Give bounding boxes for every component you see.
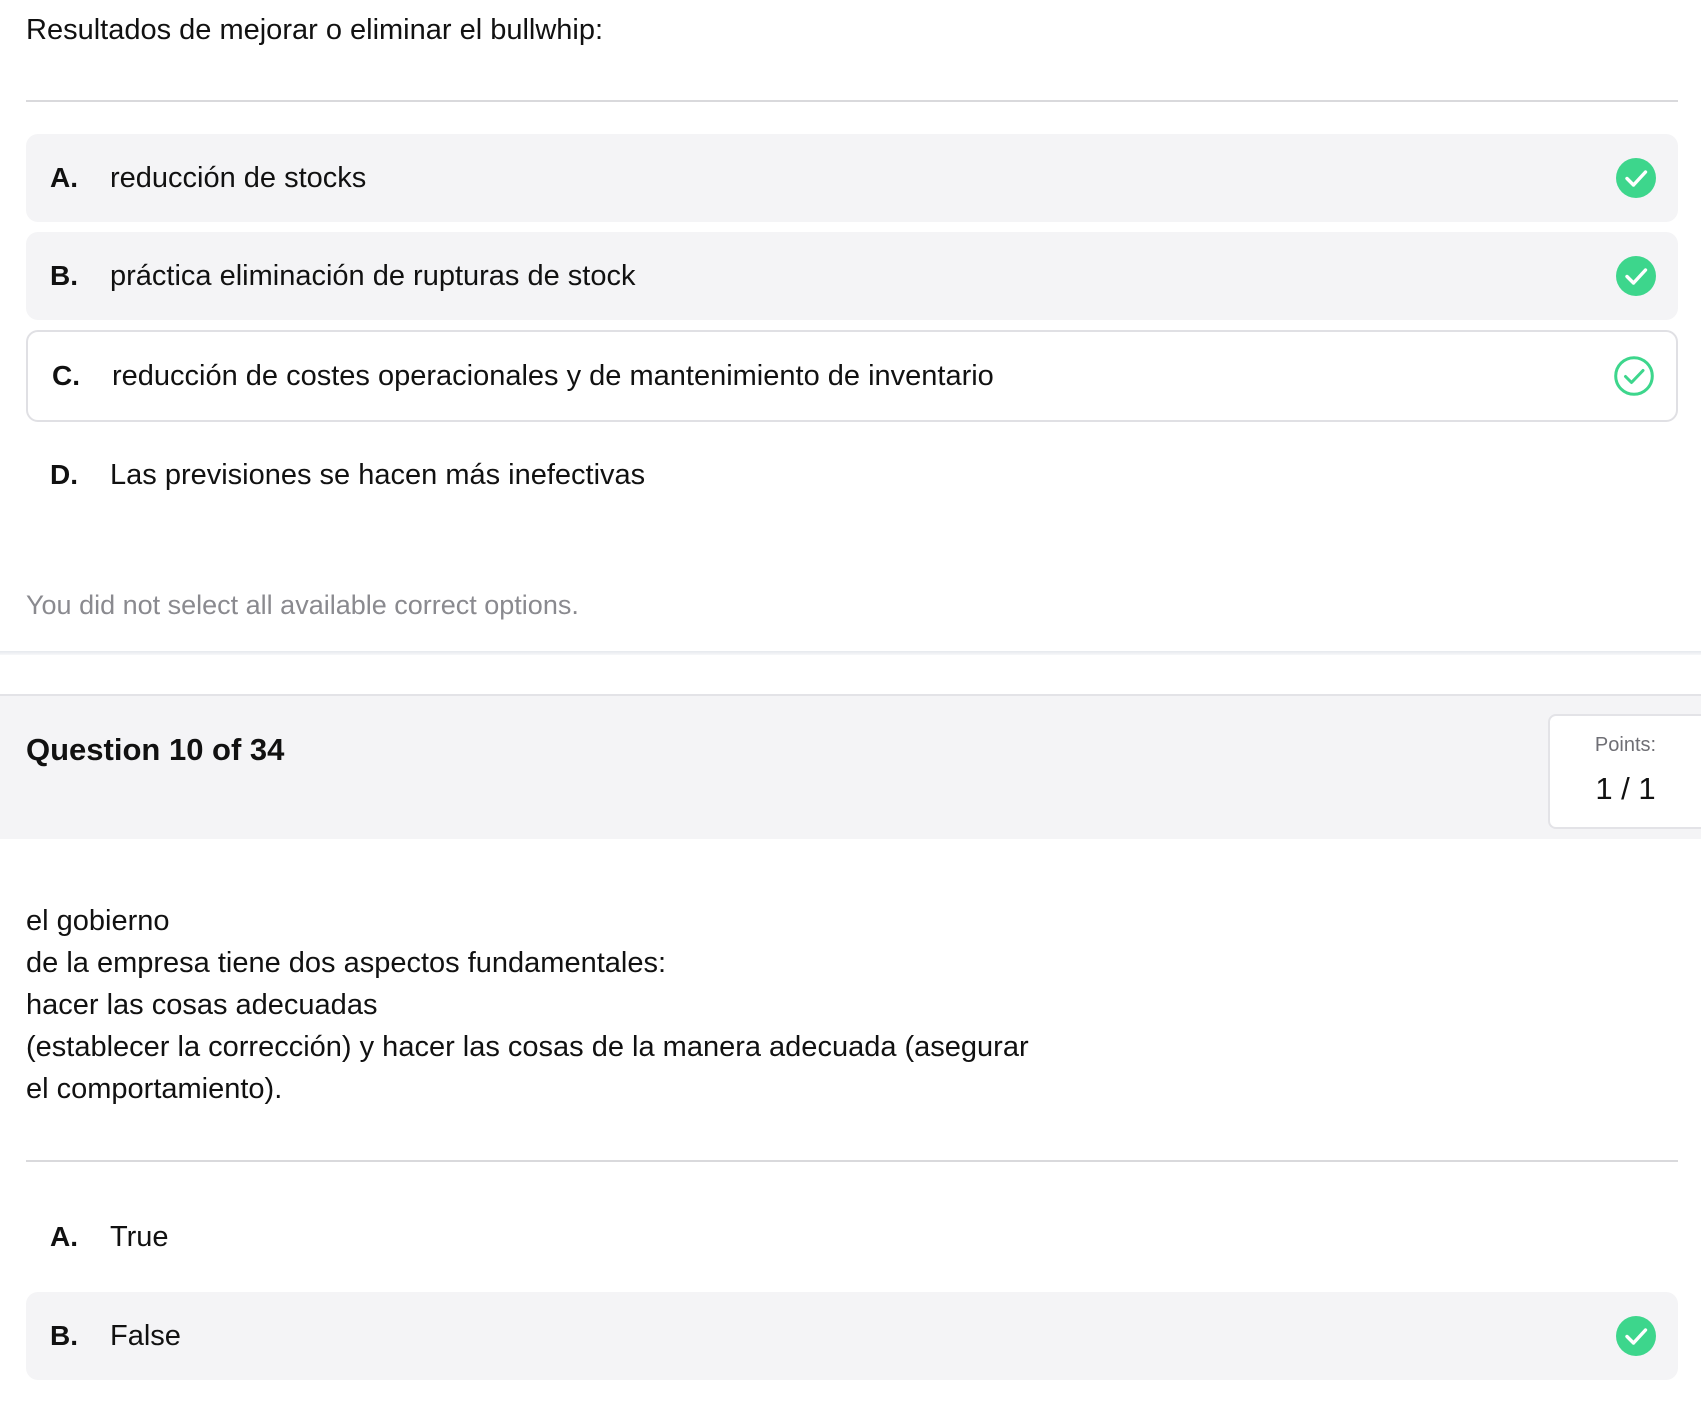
check-circle-filled-icon — [1616, 256, 1656, 296]
option-letter: B. — [50, 1320, 78, 1351]
answer-option-true[interactable]: A. True — [26, 1193, 1678, 1281]
option-text: reducción de costes operacionales y de m… — [112, 359, 994, 392]
prompt-line: el comportamiento). — [26, 1073, 283, 1105]
points-box: Points: 1 / 1 — [1548, 714, 1701, 829]
prompt-line: (establecer la corrección) y hacer las c… — [26, 1031, 1029, 1063]
check-circle-filled-icon — [1616, 1316, 1656, 1356]
option-letter: C. — [52, 360, 80, 391]
option-letter: D. — [50, 459, 78, 490]
check-circle-outline-icon — [1614, 356, 1654, 396]
question-prompt: el gobierno de la empresa tiene dos aspe… — [26, 900, 1029, 1110]
answer-option-a[interactable]: A. reducción de stocks — [26, 134, 1678, 222]
option-text: Las previsiones se hacen más inefectivas — [110, 458, 646, 491]
prompt-line: de la empresa tiene dos aspectos fundame… — [26, 947, 667, 979]
prompt-line: hacer las cosas adecuadas — [26, 989, 378, 1021]
answer-option-b[interactable]: B. práctica eliminación de rupturas de s… — [26, 232, 1678, 320]
option-text: False — [110, 1319, 181, 1352]
divider — [26, 1160, 1678, 1162]
option-letter: A. — [50, 162, 78, 193]
prompt-line: el gobierno — [26, 905, 170, 937]
question-title: Question 10 of 34 — [26, 732, 285, 767]
option-letter: B. — [50, 260, 78, 291]
option-letter: A. — [50, 1221, 78, 1252]
points-label: Points: — [1594, 734, 1657, 756]
answer-option-c[interactable]: C. reducción de costes operacionales y d… — [26, 330, 1678, 422]
option-text: True — [110, 1220, 169, 1253]
check-circle-filled-icon — [1616, 158, 1656, 198]
answer-option-d[interactable]: D. Las previsiones se hacen más inefecti… — [26, 431, 1678, 519]
option-text: práctica eliminación de rupturas de stoc… — [110, 259, 636, 292]
answer-feedback: You did not select all available correct… — [26, 590, 579, 620]
divider — [26, 100, 1678, 102]
answer-option-false[interactable]: B. False — [26, 1292, 1678, 1380]
section-separator — [0, 651, 1701, 655]
points-value: 1 / 1 — [1595, 771, 1656, 806]
question-header: Question 10 of 34 Points: 1 / 1 — [0, 694, 1701, 839]
question-prompt: Resultados de mejorar o eliminar el bull… — [26, 14, 604, 46]
option-text: reducción de stocks — [110, 161, 367, 194]
